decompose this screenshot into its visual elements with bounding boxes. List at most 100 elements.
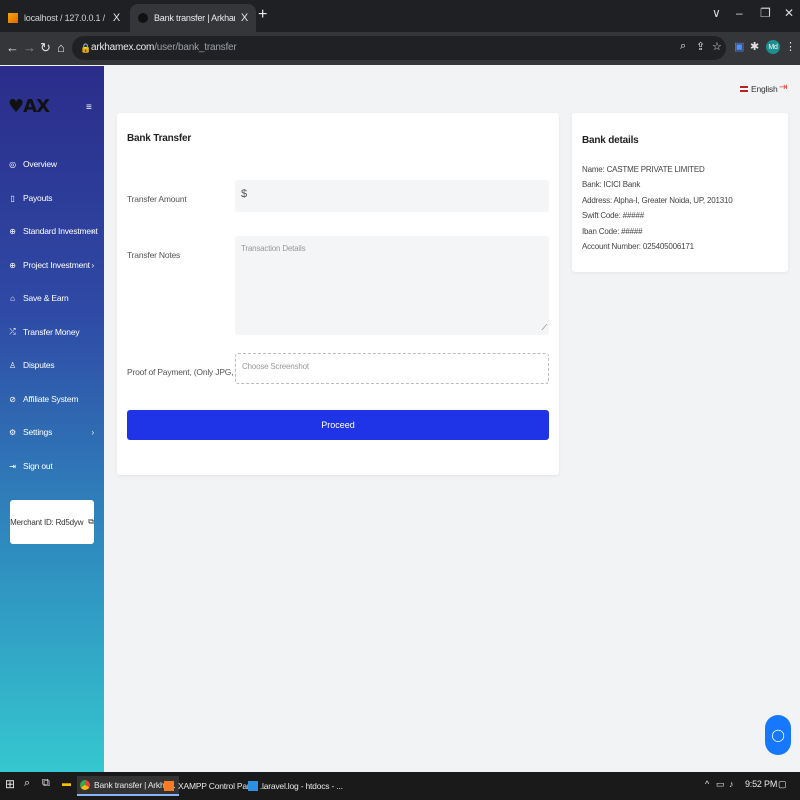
transfer-amount-label: Transfer Amount xyxy=(127,194,187,204)
taskbar-item-label: laravel.log - htdocs - ... xyxy=(262,781,343,791)
sidebar-item-label: Transfer Money xyxy=(23,327,80,337)
restore-button[interactable]: ❐ xyxy=(760,6,771,20)
proof-of-payment-file-input[interactable]: Choose Screenshot xyxy=(235,353,549,384)
windows-start-icon[interactable]: ⊞ xyxy=(5,777,15,791)
sidebar-item-project-investment[interactable]: ⊕ Project Investment › xyxy=(8,256,100,274)
sidebar-item-payouts[interactable]: ▯ Payouts xyxy=(8,189,100,207)
tab-title: Bank transfer | Arkham Xchange xyxy=(154,13,235,23)
transfer-money-icon: ⤮ xyxy=(9,327,16,336)
sidebar-item-affiliate-system[interactable]: ⊘ Affiliate System xyxy=(8,390,100,408)
gear-icon: ⚙ xyxy=(9,427,16,437)
sidebar-item-transfer-money[interactable]: ⤮ Transfer Money xyxy=(8,323,100,341)
tray-chevron-up-icon[interactable]: ^ xyxy=(705,779,709,789)
project-investment-icon: ⊕ xyxy=(9,260,16,270)
translate-extension-icon[interactable]: ▣ xyxy=(734,40,744,53)
url-path: /user/bank_transfer xyxy=(154,42,237,53)
sidebar-item-label: Settings xyxy=(23,427,53,437)
iban-code-line: Iban Code: ##### xyxy=(582,227,643,236)
xampp-icon xyxy=(164,781,174,791)
transfer-notes-label: Transfer Notes xyxy=(127,250,181,260)
transfer-amount-input[interactable]: $ xyxy=(235,180,549,212)
sidebar-item-standard-investment[interactable]: ⊕ Standard Investment › xyxy=(8,222,100,240)
extensions-puzzle-icon[interactable]: ✱ xyxy=(750,40,759,53)
arkham-logo[interactable]: ♥AX xyxy=(8,96,50,117)
chat-icon: ◯ xyxy=(771,728,785,742)
lock-icon[interactable]: 🔒 xyxy=(80,43,91,54)
tab-title: localhost / 127.0.0.1 / arkham / u xyxy=(24,13,107,23)
volume-icon[interactable]: ♪ xyxy=(729,779,734,789)
sidebar-item-label: Standard Investment xyxy=(23,226,98,236)
standard-investment-icon: ⊕ xyxy=(9,226,16,236)
zoom-icon[interactable]: ⌕ xyxy=(680,40,686,53)
sidebar-item-settings[interactable]: ⚙ Settings › xyxy=(8,423,100,441)
chevron-right-icon: › xyxy=(91,260,95,270)
language-selector[interactable]: English xyxy=(740,84,778,94)
close-tab-icon[interactable]: X xyxy=(241,12,248,24)
proceed-button[interactable]: Proceed xyxy=(127,410,549,440)
bank-line: Bank: ICICI Bank xyxy=(582,180,641,189)
reload-icon[interactable]: ↻ xyxy=(40,40,51,56)
merchant-id-text: Merchant ID: Rd5dyw xyxy=(10,517,84,527)
bank-details-card: Bank details Name: CASTME PRIVATE LIMITE… xyxy=(572,113,788,272)
file-explorer-icon[interactable]: ▬ xyxy=(62,778,71,788)
task-view-icon[interactable]: ⧉ xyxy=(42,777,50,790)
browser-tab-bank-transfer[interactable]: Bank transfer | Arkham Xchange X xyxy=(130,4,256,32)
arkham-favicon-icon xyxy=(138,13,148,23)
profile-avatar[interactable]: Md xyxy=(766,40,780,54)
bank-transfer-card: Bank Transfer Transfer Amount $ Transfer… xyxy=(117,113,559,475)
chrome-icon xyxy=(80,780,90,790)
tab-search-icon[interactable]: ∨ xyxy=(712,6,721,20)
search-icon[interactable]: ⌕ xyxy=(24,777,30,790)
clock-time[interactable]: 9:52 PM xyxy=(745,779,777,789)
back-arrow-icon[interactable]: ← xyxy=(6,40,19,55)
us-flag-icon xyxy=(740,86,748,92)
sidebar-item-sign-out[interactable]: ⇥ Sign out xyxy=(8,457,100,475)
close-tab-icon[interactable]: X xyxy=(113,12,120,24)
card-title: Bank Transfer xyxy=(127,133,192,144)
language-label: English xyxy=(751,84,778,94)
network-icon[interactable]: ▭ xyxy=(716,779,725,790)
home-icon[interactable]: ⌂ xyxy=(57,40,65,55)
sidebar-item-disputes[interactable]: ♙ Disputes xyxy=(8,356,100,374)
taskbar-item-vscode[interactable]: laravel.log - htdocs - ... xyxy=(245,776,346,796)
sidebar-collapse-icon[interactable]: ≡ xyxy=(86,102,92,113)
sidebar-item-label: Sign out xyxy=(23,461,53,471)
payouts-icon: ▯ xyxy=(10,193,15,203)
url-domain: arkhamex.com xyxy=(91,42,155,53)
browser-tab-phpmyadmin[interactable]: localhost / 127.0.0.1 / arkham / u X xyxy=(0,4,128,32)
save-earn-icon: ⌂ xyxy=(10,293,15,303)
chat-support-button[interactable]: ◯ xyxy=(765,715,791,755)
new-tab-button[interactable]: + xyxy=(258,6,267,24)
phpmyadmin-favicon-icon xyxy=(8,13,18,23)
share-icon[interactable]: ⇪ xyxy=(696,40,705,53)
bookmark-star-icon[interactable]: ☆ xyxy=(712,40,722,53)
sidebar-item-label: Payouts xyxy=(23,193,53,203)
overview-icon: ◎ xyxy=(9,159,16,169)
vscode-icon xyxy=(248,781,258,791)
sidebar-item-label: Project Investment xyxy=(23,260,90,270)
logout-icon[interactable]: ⇥ xyxy=(779,82,787,93)
affiliate-icon: ⊘ xyxy=(9,394,16,404)
copy-icon[interactable]: ⧉ xyxy=(88,517,94,527)
forward-arrow-icon[interactable]: → xyxy=(23,40,36,55)
disputes-icon: ♙ xyxy=(9,360,16,370)
merchant-id-card: Merchant ID: Rd5dyw ⧉ xyxy=(10,500,94,544)
swift-code-line: Swift Code: ##### xyxy=(582,211,644,220)
bank-details-title: Bank details xyxy=(582,135,639,146)
bank-address-line: Address: Alpha-I, Greater Noida, UP, 201… xyxy=(582,196,733,205)
sidebar-item-overview[interactable]: ◎ Overview xyxy=(8,155,100,173)
minimize-button[interactable]: – xyxy=(736,6,743,20)
chevron-right-icon: › xyxy=(91,226,95,236)
browser-menu-icon[interactable]: ⋮ xyxy=(785,40,796,53)
sign-out-icon: ⇥ xyxy=(9,461,16,471)
sidebar-item-label: Save & Earn xyxy=(23,293,69,303)
chevron-right-icon: › xyxy=(91,427,95,437)
url-text[interactable]: arkhamex.com/user/bank_transfer xyxy=(91,42,237,53)
notifications-icon[interactable]: ▢ xyxy=(778,779,787,790)
sidebar-item-label: Overview xyxy=(23,159,57,169)
account-number-line: Account Number: 025405006171 xyxy=(582,242,694,251)
sidebar-item-label: Affiliate System xyxy=(23,394,79,404)
window-close-button[interactable]: ✕ xyxy=(784,6,794,20)
sidebar-item-save-earn[interactable]: ⌂ Save & Earn xyxy=(8,289,100,307)
transfer-notes-textarea[interactable]: Transaction Details xyxy=(235,236,549,335)
